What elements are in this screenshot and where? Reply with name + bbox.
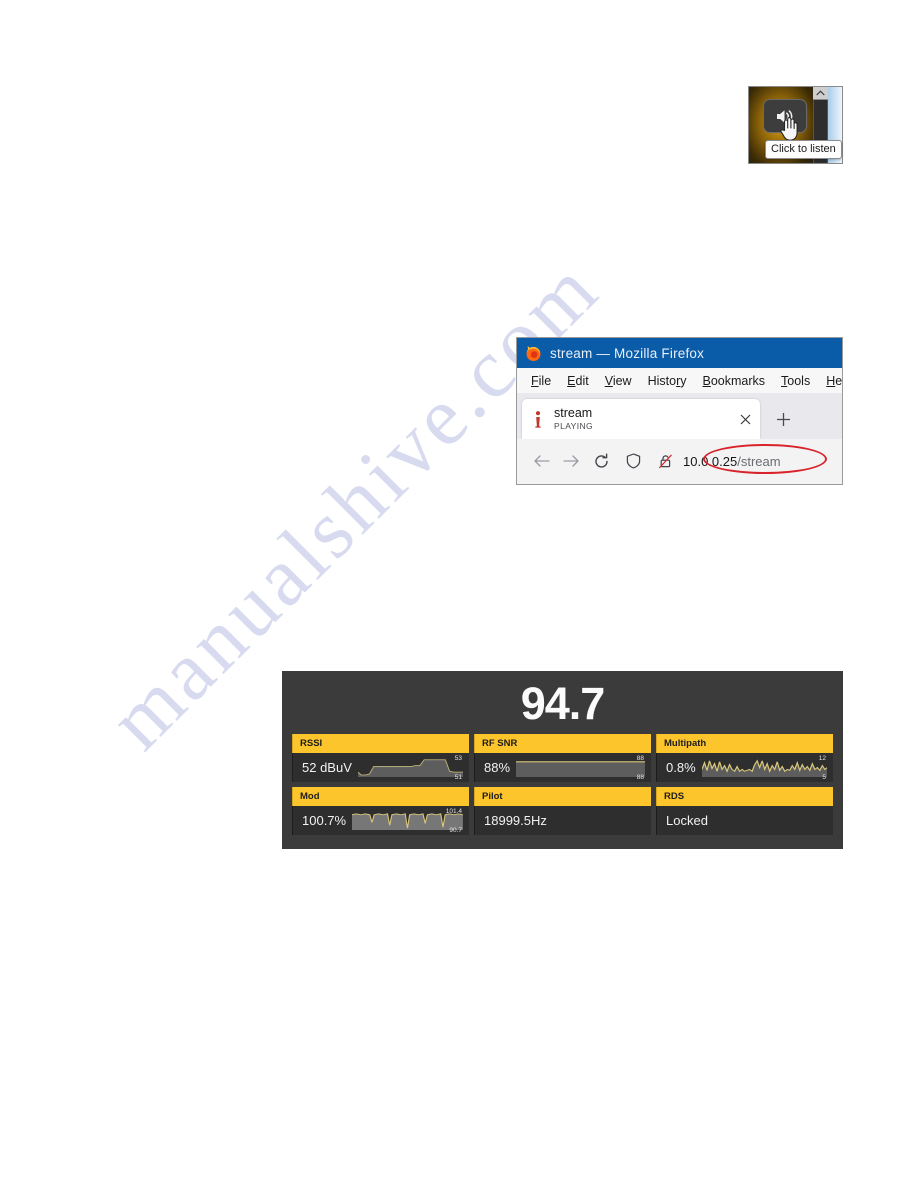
metric-label: RSSI	[292, 734, 469, 753]
metric-value: 100.7%	[302, 813, 347, 828]
navigation-toolbar: 10.0.0.25/stream	[517, 439, 842, 483]
metric-value: 52 dBuV	[302, 760, 352, 775]
metric-card-mod: Mod 100.7% 101.4 90.7	[292, 787, 469, 835]
page-info-icon	[531, 410, 546, 428]
metric-label: Multipath	[656, 734, 833, 753]
sparkline-max-label: 12	[818, 754, 826, 762]
menu-item-help[interactable]: Help	[818, 372, 842, 390]
sparkline-rf-snr: 88 88	[516, 755, 645, 781]
metric-body: 0.8% 12 5	[656, 753, 833, 782]
metric-body: 18999.5Hz	[474, 806, 651, 835]
sparkline-max-label: 88	[636, 754, 644, 762]
metric-label: RDS	[656, 787, 833, 806]
hand-pointer-icon	[779, 116, 799, 142]
menu-bar: File Edit View History Bookmarks Tools H…	[517, 368, 842, 393]
sparkline-rssi: 53 51	[357, 754, 463, 781]
tab-label-group: stream PLAYING	[554, 407, 736, 430]
metric-value: 0.8%	[666, 760, 696, 775]
metric-label: Pilot	[474, 787, 651, 806]
metric-card-pilot: Pilot 18999.5Hz	[474, 787, 651, 835]
plus-icon[interactable]	[768, 404, 798, 434]
url-bar[interactable]: 10.0.0.25/stream	[617, 447, 836, 475]
sparkline-multipath: 12 5	[701, 754, 827, 781]
metric-body: 52 dBuV 53 51	[292, 753, 469, 782]
metric-body: Locked	[656, 806, 833, 835]
tab-stream[interactable]: stream PLAYING	[522, 399, 760, 439]
reload-icon[interactable]	[587, 447, 615, 475]
metric-card-rf-snr: RF SNR 88% 88 88	[474, 734, 651, 782]
metric-card-multipath: Multipath 0.8% 12 5	[656, 734, 833, 782]
chevron-up-icon[interactable]	[813, 87, 828, 100]
metric-grid: RSSI 52 dBuV 53 51 RF SNR 88% 88 88 Mult…	[292, 734, 833, 835]
metric-value: Locked	[666, 813, 708, 828]
page-watermark: manualshive.com	[0, 0, 918, 1188]
shield-icon[interactable]	[619, 447, 647, 475]
menu-item-bookmarks[interactable]: Bookmarks	[695, 372, 774, 390]
sparkline-min-label: 51	[454, 773, 462, 781]
menu-item-file[interactable]: File	[523, 372, 559, 390]
sparkline-min-label: 5	[822, 773, 826, 781]
metric-card-rssi: RSSI 52 dBuV 53 51	[292, 734, 469, 782]
radio-status-panel: 94.7 RSSI 52 dBuV 53 51 RF SNR 88% 88 88…	[282, 671, 843, 849]
tab-title: stream	[554, 406, 593, 421]
tab-status: PLAYING	[554, 420, 594, 431]
window-title: stream — Mozilla Firefox	[550, 345, 705, 361]
menu-item-tools[interactable]: Tools	[773, 372, 818, 390]
metric-label: RF SNR	[474, 734, 651, 753]
frequency-display: 94.7	[520, 678, 606, 729]
url-host: 10.0.0.25	[683, 453, 738, 469]
metric-card-rds: RDS Locked	[656, 787, 833, 835]
broken-lock-icon[interactable]	[651, 447, 679, 475]
listen-tooltip: Click to listen	[765, 140, 842, 159]
menu-item-view[interactable]: View	[597, 372, 640, 390]
metric-value: 88%	[484, 760, 511, 775]
menu-item-history[interactable]: History	[640, 372, 695, 390]
firefox-logo-icon	[525, 345, 542, 362]
metric-value: 18999.5Hz	[484, 813, 547, 828]
close-icon[interactable]	[736, 410, 754, 428]
metric-body: 88% 88 88	[474, 753, 651, 782]
url-path: /stream	[737, 453, 781, 469]
sparkline-min-label: 88	[636, 773, 644, 781]
sparkline-max-label: 53	[454, 754, 462, 762]
arrow-left-icon[interactable]	[527, 447, 555, 475]
menu-item-edit[interactable]: Edit	[559, 372, 597, 390]
tab-strip: stream PLAYING	[517, 393, 842, 439]
arrow-right-icon[interactable]	[557, 447, 585, 475]
metric-body: 100.7% 101.4 90.7	[292, 806, 469, 835]
firefox-browser-window: stream — Mozilla Firefox File Edit View …	[516, 337, 843, 485]
url-text[interactable]: 10.0.0.25/stream	[683, 454, 781, 469]
sparkline-min-label: 90.7	[449, 826, 462, 834]
browser-title-bar: stream — Mozilla Firefox	[517, 338, 842, 368]
sparkline-mod: 101.4 90.7	[352, 808, 463, 834]
sparkline-max-label: 101.4	[445, 807, 462, 815]
metric-label: Mod	[292, 787, 469, 806]
